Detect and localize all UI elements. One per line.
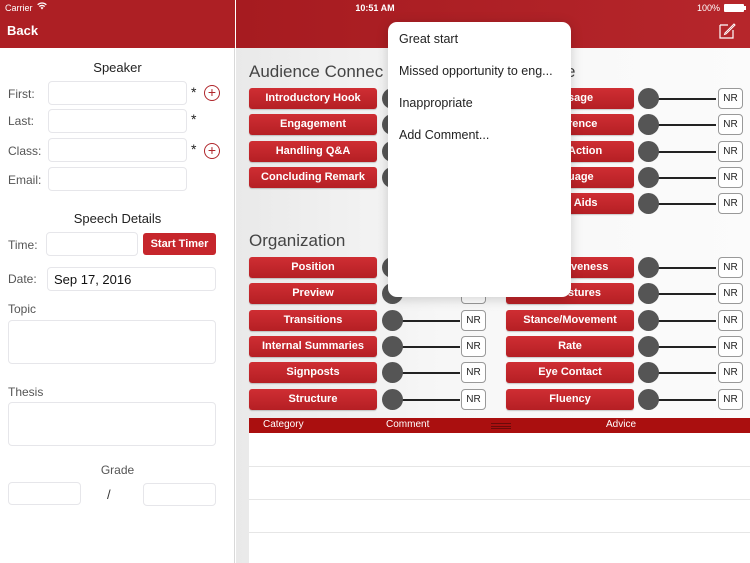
compose-icon[interactable] xyxy=(719,22,736,39)
rating-slider-knob[interactable] xyxy=(638,257,659,278)
criterion-button[interactable]: Stance/Movement xyxy=(506,309,634,331)
criterion-button[interactable]: Structure xyxy=(249,388,377,410)
rating-value-box[interactable]: NR xyxy=(718,309,743,331)
popover-item-inappropriate[interactable]: Inappropriate xyxy=(399,96,473,110)
start-timer-button[interactable]: Start Timer xyxy=(143,233,216,255)
criterion-button[interactable]: Rate xyxy=(506,335,634,357)
popover-item-missed-opportunity[interactable]: Missed opportunity to eng... xyxy=(399,64,553,78)
criterion-button[interactable]: Concluding Remark xyxy=(249,166,377,188)
date-label: Date: xyxy=(8,272,37,286)
email-label: Email: xyxy=(8,173,42,187)
rating-slider-knob[interactable] xyxy=(638,309,659,331)
grade-score-field[interactable] xyxy=(8,482,81,505)
class-field[interactable] xyxy=(48,138,187,162)
battery-icon xyxy=(724,4,746,12)
criterion-button[interactable]: Eye Contact xyxy=(506,362,634,384)
required-marker: * xyxy=(191,84,197,100)
rating-value-box[interactable]: NR xyxy=(461,309,486,331)
criterion-button[interactable]: Fluency xyxy=(506,388,634,410)
criterion-button[interactable]: Transitions xyxy=(249,309,377,331)
rating-value-box[interactable]: NR xyxy=(718,193,743,215)
rating-value-box[interactable]: NR xyxy=(718,388,743,410)
battery-percentage: 100% xyxy=(696,3,720,13)
rating-slider-knob[interactable] xyxy=(638,88,659,109)
last-name-field[interactable] xyxy=(48,109,187,133)
grade-separator: / xyxy=(107,487,111,502)
rating-slider-knob[interactable] xyxy=(382,335,403,357)
rating-slider-knob[interactable] xyxy=(638,166,659,188)
criterion-button[interactable]: Introductory Hook xyxy=(249,88,377,109)
popover-item-great-start[interactable]: Great start xyxy=(399,32,458,46)
rating-slider-knob[interactable] xyxy=(382,309,403,331)
section-heading-audience: Audience Connec xyxy=(249,62,384,81)
email-field[interactable] xyxy=(48,167,187,191)
speaker-heading: Speaker xyxy=(93,60,142,75)
thesis-field[interactable] xyxy=(8,402,216,446)
clock: 10:51 AM xyxy=(355,3,395,13)
first-name-label: First: xyxy=(8,87,35,101)
required-marker: * xyxy=(191,111,197,127)
rating-value-box[interactable]: NR xyxy=(718,88,743,109)
rating-value-box[interactable]: NR xyxy=(718,257,743,278)
column-resize-handle[interactable] xyxy=(491,423,511,429)
table-row-divider xyxy=(249,499,750,500)
rating-value-box[interactable]: NR xyxy=(718,166,743,188)
rating-value-box[interactable]: NR xyxy=(461,388,486,410)
rating-value-box[interactable]: NR xyxy=(718,140,743,162)
comment-popover: Great start Missed opportunity to eng...… xyxy=(388,22,571,297)
last-name-label: Last: xyxy=(8,114,35,128)
column-header-category[interactable]: Category xyxy=(263,419,304,430)
column-header-comment[interactable]: Comment xyxy=(386,419,429,430)
popover-item-add-comment[interactable]: Add Comment... xyxy=(399,128,489,142)
add-speaker-icon[interactable]: + xyxy=(204,85,220,101)
class-label: Class: xyxy=(8,144,42,158)
section-heading-organization: Organization xyxy=(249,231,346,250)
add-class-icon[interactable]: + xyxy=(204,143,220,159)
table-row-divider xyxy=(249,532,750,533)
criterion-button[interactable]: Engagement xyxy=(249,114,377,136)
comment-table-body xyxy=(249,433,750,563)
time-field[interactable] xyxy=(46,232,138,256)
required-marker: * xyxy=(191,141,197,157)
rating-value-box[interactable]: NR xyxy=(718,362,743,384)
rating-value-box[interactable]: NR xyxy=(718,283,743,305)
criterion-button[interactable]: Handling Q&A xyxy=(249,140,377,162)
column-header-advice[interactable]: Advice xyxy=(606,419,636,430)
time-label: Time: xyxy=(8,238,38,252)
table-row-divider xyxy=(249,466,750,467)
rating-slider-knob[interactable] xyxy=(382,388,403,410)
first-name-field[interactable] xyxy=(48,81,187,105)
rating-value-box[interactable]: NR xyxy=(718,335,743,357)
grade-label: Grade xyxy=(100,463,135,477)
grade-total-field[interactable] xyxy=(143,483,216,506)
rating-value-box[interactable]: NR xyxy=(718,114,743,136)
rating-slider-knob[interactable] xyxy=(638,140,659,162)
topic-field[interactable] xyxy=(8,320,216,364)
criterion-button[interactable]: Signposts xyxy=(249,362,377,384)
topic-label: Topic xyxy=(8,302,37,316)
thesis-label: Thesis xyxy=(8,385,44,399)
speech-details-heading: Speech Details xyxy=(73,211,162,226)
speaker-panel: Back Speaker First: * + Last: * Class: *… xyxy=(0,0,235,563)
rating-value-box[interactable]: NR xyxy=(461,335,486,357)
rating-value-box[interactable]: NR xyxy=(461,362,486,384)
criterion-button[interactable]: Position xyxy=(249,257,377,278)
date-field[interactable]: Sep 17, 2016 xyxy=(47,267,216,291)
rating-slider-knob[interactable] xyxy=(638,335,659,357)
criterion-button[interactable]: Internal Summaries xyxy=(249,335,377,357)
back-button[interactable]: Back xyxy=(7,23,38,38)
comment-table-header: Category Comment Advice xyxy=(249,418,750,433)
status-bar: Carrier 10:51 AM 100% xyxy=(0,0,750,16)
rating-slider-knob[interactable] xyxy=(638,388,659,410)
criterion-button[interactable]: Preview xyxy=(249,283,377,305)
